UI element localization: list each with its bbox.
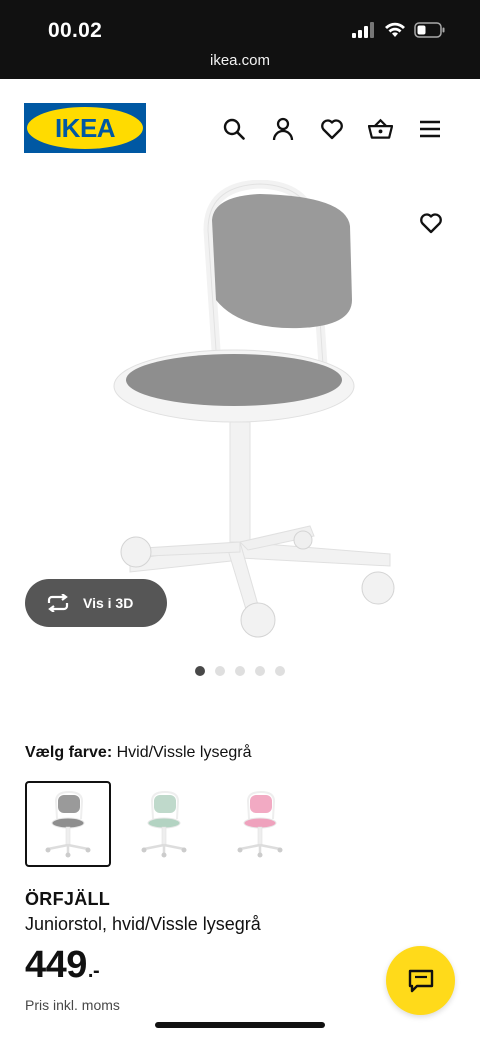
favorite-button[interactable] — [414, 206, 448, 240]
view-3d-label: Vis i 3D — [83, 595, 134, 611]
view-3d-button[interactable]: Vis i 3D — [25, 579, 167, 627]
ikea-logo[interactable]: IKEA — [24, 103, 146, 153]
product-price: 449.- — [25, 944, 100, 987]
rotate-icon — [47, 594, 69, 612]
swatch-green[interactable] — [121, 781, 207, 867]
price-value: 449 — [25, 944, 87, 986]
pagination-dot[interactable] — [275, 666, 285, 676]
swatch-pink[interactable] — [217, 781, 303, 867]
color-swatches — [25, 781, 313, 867]
product-gallery[interactable]: Vis i 3D — [0, 180, 480, 650]
status-bar: 00.02 ikea.com — [0, 0, 480, 79]
product-description: Juniorstol, hvid/Vissle lysegrå — [25, 914, 261, 934]
cart-icon[interactable] — [368, 116, 393, 141]
signal-icon — [352, 22, 374, 38]
chat-button[interactable] — [386, 946, 455, 1015]
account-icon[interactable] — [270, 116, 295, 141]
color-label-value: Hvid/Vissle lysegrå — [116, 744, 252, 761]
color-selector-label: Vælg farve: Hvid/Vissle lysegrå — [25, 744, 251, 762]
gallery-pagination — [195, 666, 285, 676]
menu-icon[interactable] — [417, 116, 442, 141]
status-time: 00.02 — [48, 19, 103, 42]
browser-url[interactable]: ikea.com — [0, 52, 480, 69]
home-indicator — [155, 1022, 325, 1028]
status-icons — [352, 22, 446, 38]
pagination-dot[interactable] — [255, 666, 265, 676]
color-label-title: Vælg farve: — [25, 744, 113, 761]
pagination-dot[interactable] — [215, 666, 225, 676]
site-header: IKEA — [0, 79, 480, 179]
heart-icon — [420, 213, 442, 234]
search-icon[interactable] — [221, 116, 246, 141]
battery-icon — [414, 22, 445, 38]
swatch-grey[interactable] — [25, 781, 111, 867]
pagination-dot[interactable] — [235, 666, 245, 676]
wifi-icon — [385, 22, 405, 37]
price-suffix: .- — [87, 960, 100, 982]
chat-icon — [408, 969, 433, 992]
product-name: ÖRFJÄLL — [25, 889, 111, 909]
pagination-dot[interactable] — [195, 666, 205, 676]
header-actions — [221, 116, 442, 141]
svg-text:IKEA: IKEA — [55, 113, 116, 143]
vat-note: Pris inkl. moms — [25, 997, 120, 1013]
favorites-icon[interactable] — [319, 116, 344, 141]
